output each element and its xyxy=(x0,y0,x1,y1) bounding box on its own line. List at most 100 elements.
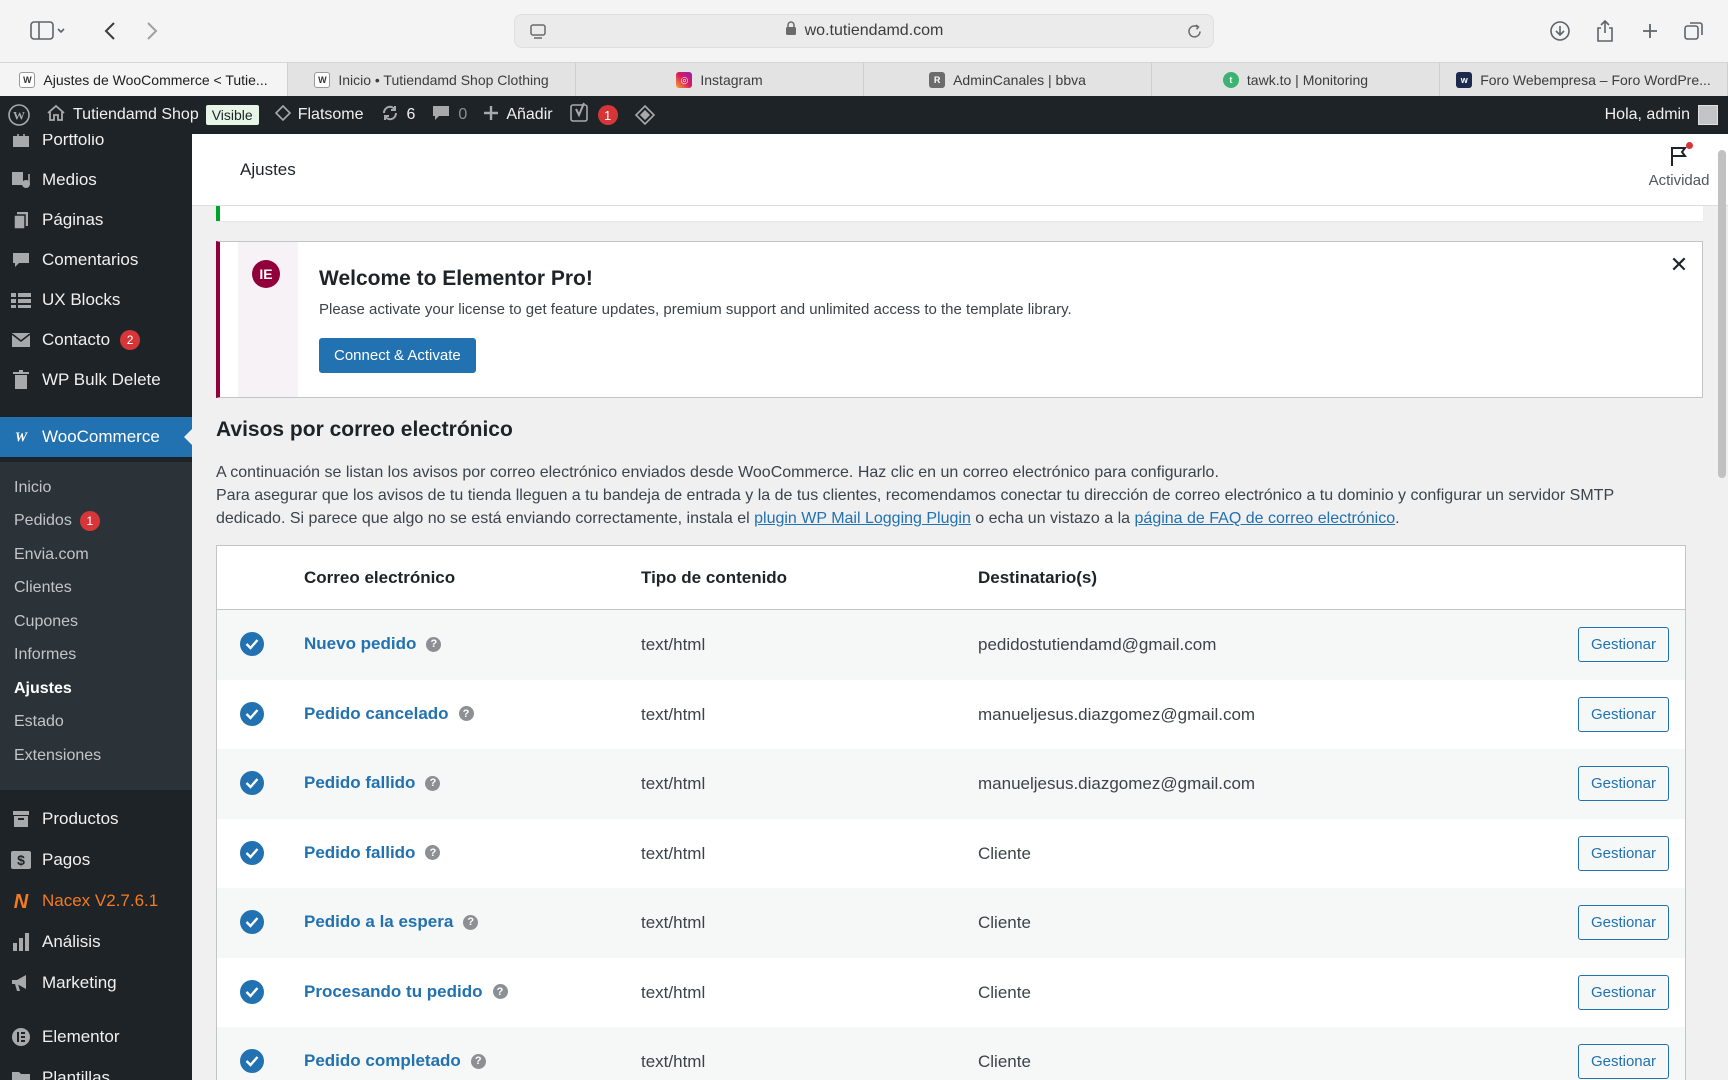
manage-button[interactable]: Gestionar xyxy=(1577,696,1669,732)
notice-icon-column: IE xyxy=(238,242,298,397)
browser-tab[interactable]: ◎ Instagram xyxy=(576,63,864,97)
menu-item-nacex[interactable]: N Nacex V2.7.6.1 xyxy=(0,881,192,921)
submenu-item-estado[interactable]: Estado xyxy=(14,708,64,736)
email-name: Pedido fallido xyxy=(304,842,416,862)
manage-button[interactable]: Gestionar xyxy=(1577,974,1669,1010)
email-name-link[interactable]: Pedido cancelado? xyxy=(304,704,474,724)
menu-item-productos[interactable]: Productos xyxy=(0,799,192,839)
back-icon[interactable] xyxy=(98,14,122,48)
menu-label: WP Bulk Delete xyxy=(42,370,161,389)
menu-label: Plantillas xyxy=(42,1068,111,1080)
help-icon[interactable]: ? xyxy=(458,706,474,721)
menu-item-ux-blocks[interactable]: UX Blocks xyxy=(0,280,192,320)
menu-item-elementor[interactable]: Elementor xyxy=(0,1017,192,1057)
email-name-link[interactable]: Pedido a la espera? xyxy=(304,912,479,932)
submenu-label: Pedidos xyxy=(14,512,72,529)
browser-tab[interactable]: t tawk.to | Monitoring xyxy=(1152,63,1440,97)
help-icon[interactable]: ? xyxy=(425,775,441,791)
submenu-item-extensiones[interactable]: Extensiones xyxy=(14,742,101,770)
reload-icon[interactable] xyxy=(1186,23,1203,45)
help-icon[interactable]: ? xyxy=(425,845,441,860)
browser-tab[interactable]: W Inicio • Tutiendamd Shop Clothing xyxy=(288,63,576,97)
tab-overview-icon[interactable] xyxy=(1680,14,1708,48)
menu-item-analisis[interactable]: Análisis xyxy=(0,922,192,962)
help-icon[interactable]: ? xyxy=(492,984,508,999)
manage-button[interactable]: Gestionar xyxy=(1577,627,1669,662)
menu-item-marketing[interactable]: Marketing xyxy=(0,963,192,1003)
comments-link[interactable]: 0 xyxy=(423,96,475,134)
email-faq-link[interactable]: página de FAQ de correo electrónico xyxy=(1135,510,1396,527)
menu-item-pagos[interactable]: $ Pagos xyxy=(0,840,192,880)
yoast-link[interactable]: 1 xyxy=(561,96,626,134)
submenu-item-ajustes[interactable]: Ajustes xyxy=(14,675,72,703)
site-name-link[interactable]: Tutiendamd Shop Visible xyxy=(38,96,267,134)
table-row: Pedido a la espera? text/html Cliente Gesti… xyxy=(217,888,1685,958)
address-bar[interactable]: wo.tutiendamd.com xyxy=(514,14,1214,48)
connect-activate-button[interactable]: Connect & Activate xyxy=(319,338,476,373)
content-type: text/html xyxy=(641,704,706,724)
diamond-plugin-icon[interactable] xyxy=(626,96,664,134)
browser-tab[interactable]: R AdminCanales | bbva xyxy=(864,63,1152,97)
new-tab-icon[interactable] xyxy=(1636,14,1664,48)
r-favicon-icon: R xyxy=(929,72,946,88)
site-settings-icon[interactable] xyxy=(529,23,547,46)
forward-icon[interactable] xyxy=(140,14,164,48)
browser-tab[interactable]: W Ajustes de WooCommerce < Tutie... xyxy=(0,63,288,97)
help-icon[interactable]: ? xyxy=(463,914,479,930)
email-name-link[interactable]: Pedido fallido? xyxy=(304,773,441,793)
submenu-item-envia[interactable]: Envia.com xyxy=(14,541,89,569)
my-account[interactable]: Hola, admin xyxy=(1605,105,1728,125)
menu-item-medios[interactable]: Medios xyxy=(0,160,192,200)
theme-link[interactable]: Flatsome xyxy=(267,96,372,134)
manage-button[interactable]: Gestionar xyxy=(1577,835,1669,871)
help-icon[interactable]: ? xyxy=(426,636,442,652)
email-name-link[interactable]: Procesando tu pedido? xyxy=(304,982,508,1002)
sidebar-toggle-icon[interactable] xyxy=(22,14,74,48)
theme-name: Flatsome xyxy=(297,106,364,123)
wordpress-logo-icon[interactable]: W xyxy=(0,96,38,134)
menu-item-comentarios[interactable]: Comentarios xyxy=(0,240,192,280)
flag-icon xyxy=(1667,142,1693,168)
submenu-item-cupones[interactable]: Cupones xyxy=(14,608,78,636)
tab-label: tawk.to | Monitoring xyxy=(1246,72,1369,88)
menu-item-woocommerce[interactable]: W WooCommerce xyxy=(0,417,192,457)
manage-button[interactable]: Gestionar xyxy=(1577,1044,1669,1079)
wp-mail-logging-link[interactable]: plugin WP Mail Logging Plugin xyxy=(754,510,971,527)
submenu-item-clientes[interactable]: Clientes xyxy=(14,574,72,602)
url-text: wo.tutiendamd.com xyxy=(804,22,944,39)
menu-item-paginas[interactable]: Páginas xyxy=(0,200,192,240)
menu-item-contacto[interactable]: Contacto 2 xyxy=(0,320,192,360)
recipient: manueljesus.diazgomez@gmail.com xyxy=(978,704,1256,724)
manage-button[interactable]: Gestionar xyxy=(1577,766,1669,801)
email-name: Procesando tu pedido xyxy=(304,981,483,1001)
updates-count: 6 xyxy=(406,106,416,123)
download-icon[interactable] xyxy=(1546,14,1574,48)
submenu-item-pedidos[interactable]: Pedidos 1 xyxy=(14,507,100,535)
menu-item-portfolio[interactable]: Portfolio xyxy=(0,134,192,160)
email-name-link[interactable]: Pedido completado? xyxy=(304,1051,486,1071)
mail-icon xyxy=(10,329,32,351)
email-name-link[interactable]: Nuevo pedido? xyxy=(304,634,442,654)
manage-button[interactable]: Gestionar xyxy=(1577,905,1669,940)
submenu-item-inicio[interactable]: Inicio xyxy=(14,474,51,502)
share-icon[interactable] xyxy=(1591,14,1619,48)
menu-item-wp-bulk-delete[interactable]: WP Bulk Delete xyxy=(0,360,192,400)
content-type: text/html xyxy=(641,1052,706,1071)
portfolio-icon xyxy=(10,134,32,151)
page-scrollbar[interactable] xyxy=(1718,150,1726,478)
column-header: Destinatario(s) xyxy=(978,568,1098,587)
diamond-icon xyxy=(274,104,291,126)
activity-button[interactable]: Actividad xyxy=(1644,142,1714,189)
help-icon[interactable]: ? xyxy=(470,1053,486,1069)
enabled-check-icon xyxy=(240,771,264,795)
table-header: Correo electrónico Tipo de contenido Des… xyxy=(217,546,1685,610)
submenu-label: Ajustes xyxy=(14,680,72,697)
email-name-link[interactable]: Pedido fallido? xyxy=(304,842,441,863)
add-new-link[interactable]: Añadir xyxy=(475,96,560,134)
updates-link[interactable]: 6 xyxy=(372,96,424,134)
close-icon[interactable]: ✕ xyxy=(1668,254,1690,276)
submenu-item-informes[interactable]: Informes xyxy=(14,641,76,669)
browser-tab[interactable]: w Foro Webempresa – Foro WordPre... xyxy=(1440,63,1728,97)
menu-item-plantillas[interactable]: Plantillas xyxy=(0,1058,192,1080)
menu-label: WooCommerce xyxy=(42,427,160,446)
